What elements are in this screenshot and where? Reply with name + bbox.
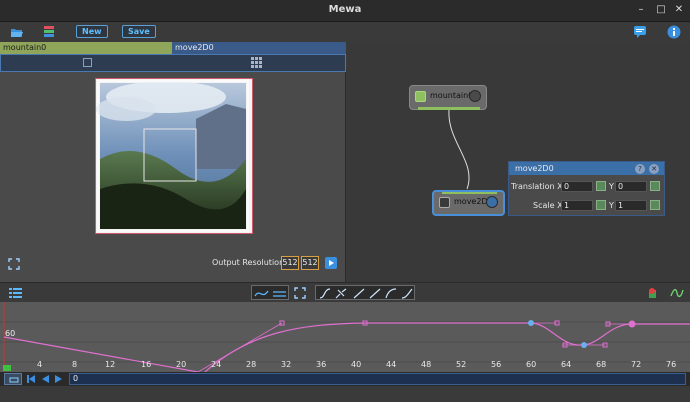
skip-start-icon[interactable] [26, 374, 36, 384]
node-move2d0[interactable]: move2D0 [432, 190, 505, 216]
translation-y-label: Y [609, 182, 614, 191]
fit-view-icon[interactable] [83, 58, 92, 67]
grid-icon[interactable] [251, 57, 263, 69]
keyframe-icon[interactable] [650, 200, 660, 210]
tick-label: 60 [526, 360, 537, 369]
help-button[interactable]: ? [635, 164, 645, 174]
loop-icon [9, 377, 19, 383]
tick-label: 64 [561, 360, 572, 369]
translation-x-input[interactable]: 0 [561, 181, 593, 192]
keyframe-icon[interactable] [650, 181, 660, 191]
tick-label: 8 [72, 360, 78, 369]
main-toolbar: New Save [0, 22, 690, 42]
viewer-panel: mountain0 move2D0 Output Resolution: 512… [0, 42, 346, 282]
save-button[interactable]: Save [122, 25, 156, 38]
fullscreen-icon[interactable] [8, 258, 20, 270]
scale-x-input[interactable]: 1 [561, 200, 593, 211]
node-color-swatch [439, 197, 450, 208]
viewer-subbar [0, 54, 346, 72]
node-output-port[interactable] [486, 196, 498, 208]
tab-move2d0[interactable]: move2D0 [172, 42, 346, 54]
fit-timeline-icon[interactable] [294, 287, 306, 299]
node-status-bar [442, 192, 497, 194]
timeline-toolbar [0, 282, 690, 302]
close-icon[interactable]: ✕ [672, 3, 686, 17]
tick-label: 56 [491, 360, 502, 369]
tick-label: 40 [351, 360, 362, 369]
tick-label: 36 [316, 360, 327, 369]
viewer-tabs: mountain0 move2D0 [0, 42, 346, 54]
tick-label: 44 [386, 360, 397, 369]
translation-y-input[interactable]: 0 [615, 181, 647, 192]
node-mountain0[interactable]: mountain0 [409, 85, 487, 110]
new-button[interactable]: New [76, 25, 108, 38]
open-folder-icon[interactable] [10, 26, 24, 38]
scale-x-label: Scale X [533, 201, 563, 210]
scale-y-input[interactable]: 1 [615, 200, 647, 211]
app-window: Mewa – □ ✕ New Save mountain0 move2D0 Ou… [0, 0, 690, 402]
properties-window: move2D0 ? ✕ Translation X 0 Y 0 Scale X … [508, 161, 665, 216]
status-area [0, 386, 690, 402]
play-backward-icon[interactable] [40, 374, 50, 384]
title-bar: Mewa – □ ✕ [0, 0, 690, 22]
keyframe-icon[interactable] [596, 200, 606, 210]
render-button[interactable] [325, 257, 337, 269]
output-resolution-label: Output Resolution: [212, 258, 287, 267]
tick-label: 48 [421, 360, 432, 369]
play-forward-icon[interactable] [54, 374, 64, 384]
tick-label: 16 [141, 360, 152, 369]
maximize-icon[interactable]: □ [654, 3, 668, 17]
interpolation-icons [319, 288, 413, 299]
minimize-icon[interactable]: – [634, 3, 648, 17]
node-color-swatch [415, 91, 426, 102]
loop-button[interactable] [4, 373, 22, 385]
scale-y-label: Y [609, 201, 614, 210]
frame-input[interactable]: 0 [69, 373, 686, 385]
tick-label: 52 [456, 360, 467, 369]
tick-label: 72 [631, 360, 642, 369]
tick-label: 68 [596, 360, 607, 369]
translation-x-label: Translation X [511, 182, 563, 191]
close-properties-button[interactable]: ✕ [649, 164, 659, 174]
tick-label: 76 [666, 360, 677, 369]
tab-mountain0[interactable]: mountain0 [0, 42, 172, 54]
play-icon [329, 260, 334, 266]
node-output-port[interactable] [469, 90, 481, 102]
chat-icon[interactable] [633, 25, 647, 39]
list-view-icon[interactable] [9, 287, 23, 299]
resolution-width-input[interactable]: 512 [281, 256, 299, 270]
graph-wave-icon[interactable] [670, 287, 684, 299]
curve-mode-icon [254, 290, 286, 297]
tick-label: 20 [176, 360, 187, 369]
tick-label: 32 [281, 360, 292, 369]
info-icon[interactable] [667, 25, 681, 39]
value-axis-label: 60 [5, 329, 16, 338]
window-title: Mewa [328, 4, 362, 15]
mountain-image [96, 80, 249, 232]
tick-label: 4 [37, 360, 43, 369]
tick-label: 12 [105, 360, 116, 369]
interpolation-buttons [315, 285, 415, 300]
tick-label: 24 [211, 360, 222, 369]
keyframe-icon[interactable] [596, 181, 606, 191]
delete-keyframe-icon[interactable] [646, 287, 658, 299]
node-mountain0-label: mountain0 [430, 91, 474, 100]
resolution-row: Output Resolution: 512 512 [0, 256, 346, 272]
playhead-marker[interactable] [3, 365, 11, 371]
tick-label: 28 [246, 360, 257, 369]
timeline-ruler: 4 8 12 16 20 24 28 32 36 40 44 48 52 56 … [0, 360, 690, 372]
image-canvas[interactable] [95, 78, 253, 234]
curve-mode-toggle[interactable] [251, 285, 289, 300]
node-status-bar [418, 107, 480, 110]
layers-icon[interactable] [42, 25, 56, 39]
resolution-height-input[interactable]: 512 [301, 256, 319, 270]
